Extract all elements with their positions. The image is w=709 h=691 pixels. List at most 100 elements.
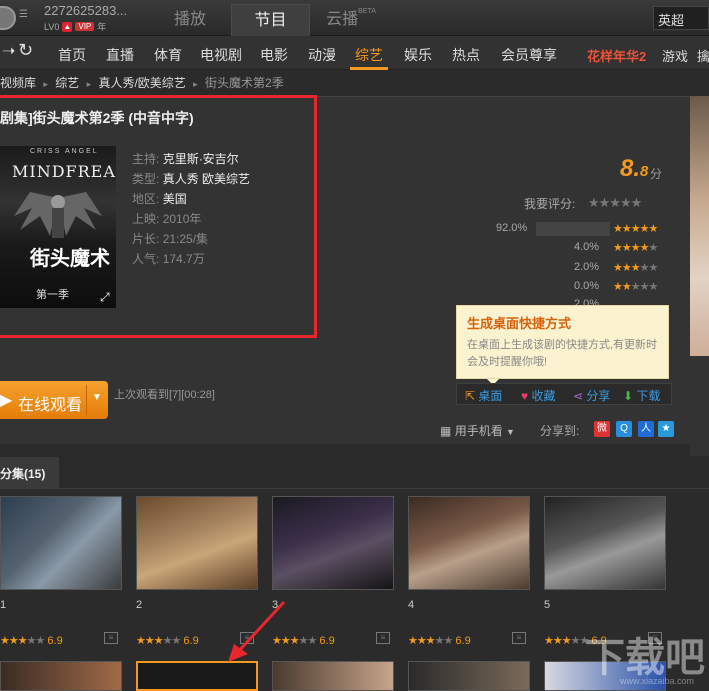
shortcut-icon: ⇱ xyxy=(465,389,476,403)
share-icon: ⋖ xyxy=(573,389,584,403)
menu-grip-icon[interactable]: ☰ xyxy=(19,9,28,20)
episode-number[interactable]: 4 xyxy=(408,599,414,611)
side-ad-panel xyxy=(690,356,709,456)
rating-pct-5: 92.0% xyxy=(496,222,528,234)
episodes-tab-label: 分集 xyxy=(0,467,25,481)
score-int: 8. xyxy=(620,155,641,182)
episode-number[interactable]: 2 xyxy=(136,599,142,611)
score-dec: 8 xyxy=(640,163,649,180)
nav-item-member[interactable]: 会员尊享 xyxy=(501,45,557,65)
crumb-separator-icon: ▸ xyxy=(86,79,92,89)
rating-pct-2: 0.0% xyxy=(574,280,600,292)
nav-item-sports[interactable]: 体育 xyxy=(154,45,182,65)
account-name[interactable]: 2272625283... xyxy=(44,3,127,18)
forward-arrow-icon[interactable]: ➝ xyxy=(2,41,15,61)
episode-stars: ★★★★★ xyxy=(544,635,589,647)
renren-icon[interactable]: 人 xyxy=(638,421,654,437)
nav-item-tv[interactable]: 电视剧 xyxy=(200,45,242,65)
annotation-arrow-icon xyxy=(228,600,286,662)
rating-stars-4: ★★★★★ xyxy=(613,242,658,254)
episode-thumbnail[interactable] xyxy=(272,661,394,691)
episode-rating: ★★★★★ 6.9 xyxy=(136,634,199,647)
chevron-down-icon[interactable]: ▼ xyxy=(92,392,102,403)
episode-thumbnail[interactable] xyxy=(136,496,258,590)
episode-score: 6.9 xyxy=(319,635,335,647)
beta-badge: BETA xyxy=(358,8,376,15)
episode-thumbnail[interactable] xyxy=(272,496,394,590)
download-label: 下载 xyxy=(636,389,661,403)
nav-item-movies[interactable]: 电影 xyxy=(260,45,288,65)
episode-rating: ★★★★★ 6.9 xyxy=(0,634,63,647)
my-rating-stars[interactable]: ★★★★★ xyxy=(588,195,642,211)
share-to-label: 分享到: xyxy=(540,424,580,438)
episode-thumbnail[interactable] xyxy=(408,496,530,590)
subtitle-icon[interactable]: ≡ xyxy=(104,632,118,644)
subtitle-icon[interactable]: ≡ xyxy=(512,632,526,644)
episode-stars: ★★★★★ xyxy=(136,635,181,647)
search-input[interactable]: 英超 xyxy=(653,6,709,30)
qq-space-icon[interactable]: ★ xyxy=(658,421,674,437)
nav-item-entertainment[interactable]: 娱乐 xyxy=(404,45,432,65)
level-up-icon: ▲ xyxy=(62,21,73,32)
episode-thumbnail[interactable] xyxy=(0,496,122,590)
category-nav: ➝ ↻ 首页 直播 体育 电视剧 电影 动漫 综艺 娱乐 热点 会员尊享 花样年… xyxy=(0,36,709,70)
desktop-shortcut-button[interactable]: ⇱ 桌面 xyxy=(465,387,502,404)
crumb-separator-icon: ▸ xyxy=(193,79,198,89)
episode-number[interactable]: 5 xyxy=(544,599,550,611)
last-watched[interactable]: 上次观看到[7][00:28] xyxy=(114,386,215,402)
crumb-library[interactable]: 视频库 xyxy=(0,76,36,90)
nav-item-more[interactable]: 擒 xyxy=(697,46,709,65)
crumb-variety[interactable]: 综艺 xyxy=(55,76,79,90)
nav-item-home[interactable]: 首页 xyxy=(58,45,86,65)
tab-cloud[interactable]: 云播BETA xyxy=(312,4,390,36)
score-unit: 分 xyxy=(650,167,663,181)
weibo-icon[interactable]: 微 xyxy=(594,421,610,437)
watermark-logo: 下载吧 xyxy=(585,635,705,681)
tab-programs-label: 节目 xyxy=(254,12,287,29)
episode-score: 6.9 xyxy=(47,635,63,647)
nav-item-anime[interactable]: 动漫 xyxy=(308,45,336,65)
download-button[interactable]: ⬇ 下载 xyxy=(623,387,660,404)
refresh-icon[interactable]: ↻ xyxy=(18,40,33,61)
level-text: LV0 xyxy=(44,21,60,32)
episode-thumbnail[interactable] xyxy=(0,661,122,691)
rating-stars-3: ★★★★★ xyxy=(613,262,658,274)
episode-stars: ★★★★★ xyxy=(408,635,453,647)
nav-item-live[interactable]: 直播 xyxy=(106,45,134,65)
episode-thumbnail[interactable] xyxy=(544,496,666,590)
vip-year: 年 xyxy=(97,22,107,32)
tab-play[interactable]: 播放 xyxy=(151,4,229,36)
tab-programs[interactable]: 节目 xyxy=(231,4,310,36)
qr-icon: ▦ xyxy=(440,424,452,438)
episode-score: 6.9 xyxy=(183,635,199,647)
watch-divider xyxy=(86,385,87,415)
episodes-count: (15) xyxy=(24,467,46,481)
nav-item-variety[interactable]: 综艺 xyxy=(355,45,383,65)
qzone-icon[interactable]: Q xyxy=(616,421,632,437)
active-indicator xyxy=(350,67,388,70)
tab-episodes[interactable]: 分集(15) xyxy=(0,457,59,489)
share-button[interactable]: ⋖ 分享 xyxy=(573,387,610,404)
nav-item-promo[interactable]: 花样年华2 xyxy=(587,46,646,65)
mobile-watch-button[interactable]: ▦ 用手机看 ▼ xyxy=(440,422,515,439)
vip-badge[interactable]: VIP xyxy=(75,22,95,31)
nav-item-hot[interactable]: 热点 xyxy=(452,45,480,65)
favorite-label: 收藏 xyxy=(531,389,556,403)
episode-thumbnail[interactable] xyxy=(408,661,530,691)
subtitle-icon[interactable]: ≡ xyxy=(376,632,390,644)
play-icon: ▶ xyxy=(0,392,13,409)
episode-number[interactable]: 1 xyxy=(0,599,6,611)
nav-item-games[interactable]: 游戏 xyxy=(662,46,688,65)
watch-label: 在线观看 xyxy=(18,397,83,414)
side-ad-image[interactable] xyxy=(690,96,709,356)
favorite-button[interactable]: ♥ 收藏 xyxy=(521,387,555,404)
crumb-reality[interactable]: 真人秀/欧美综艺 xyxy=(98,76,185,90)
share-label: 分享 xyxy=(586,389,611,403)
action-bar: ⇱ 桌面 ♥ 收藏 ⋖ 分享 ⬇ 下载 xyxy=(456,383,672,405)
tab-cloud-label: 云播 xyxy=(326,11,359,28)
account-level: LV0 ▲ VIP 年 xyxy=(44,20,106,33)
chevron-down-icon: ▼ xyxy=(506,427,515,437)
watch-online-button[interactable]: ▶ 在线观看 ▼ xyxy=(0,381,108,419)
avatar[interactable] xyxy=(0,6,16,30)
shortcut-tooltip: 生成桌面快捷方式 在桌面上生成该剧的快捷方式,有更新时会及时提醒你哦! xyxy=(456,305,669,385)
